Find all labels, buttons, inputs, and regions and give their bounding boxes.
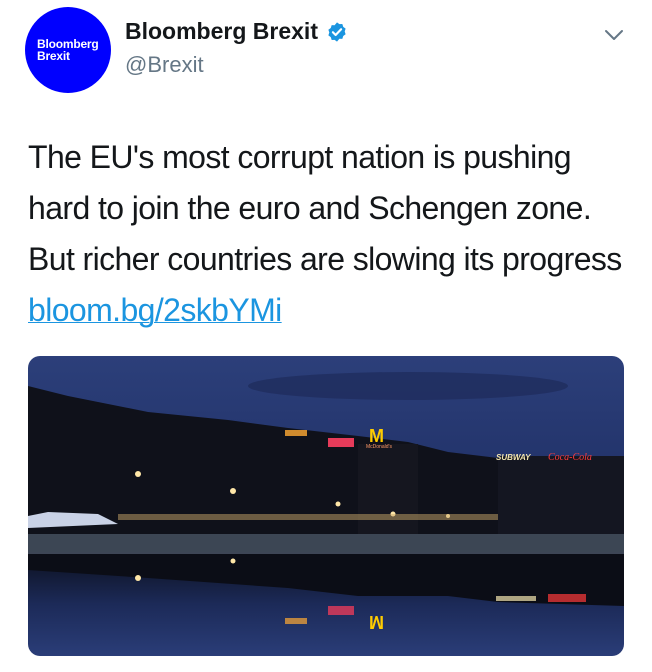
mcdonalds-m-sign: M [369, 426, 384, 446]
tweet-link[interactable]: bloom.bg/2skbYMi [28, 292, 282, 328]
tweet-text: The EU's most corrupt nation is pushing … [28, 132, 638, 336]
avatar-line2: Brexit [37, 49, 70, 63]
display-name-row[interactable]: Bloomberg Brexit [125, 18, 348, 45]
display-name[interactable]: Bloomberg Brexit [125, 18, 318, 45]
avatar[interactable]: Bloomberg Brexit [25, 7, 111, 93]
cocacola-sign: Coca-Cola [548, 452, 592, 463]
mcdonalds-reflection: M [369, 612, 384, 632]
handle[interactable]: @Brexit [125, 52, 204, 78]
mcdonalds-sign: McDonald's [366, 444, 392, 450]
verified-badge-icon [328, 21, 346, 42]
subway-sign: SUBWAY [496, 453, 531, 462]
tweet-photo[interactable]: M McDonald's SUBWAY Coca-Cola M [28, 356, 624, 656]
chevron-down-icon[interactable] [604, 28, 624, 42]
tweet-body: The EU's most corrupt nation is pushing … [28, 139, 622, 277]
photo-scene: M McDonald's SUBWAY Coca-Cola M [28, 356, 624, 656]
